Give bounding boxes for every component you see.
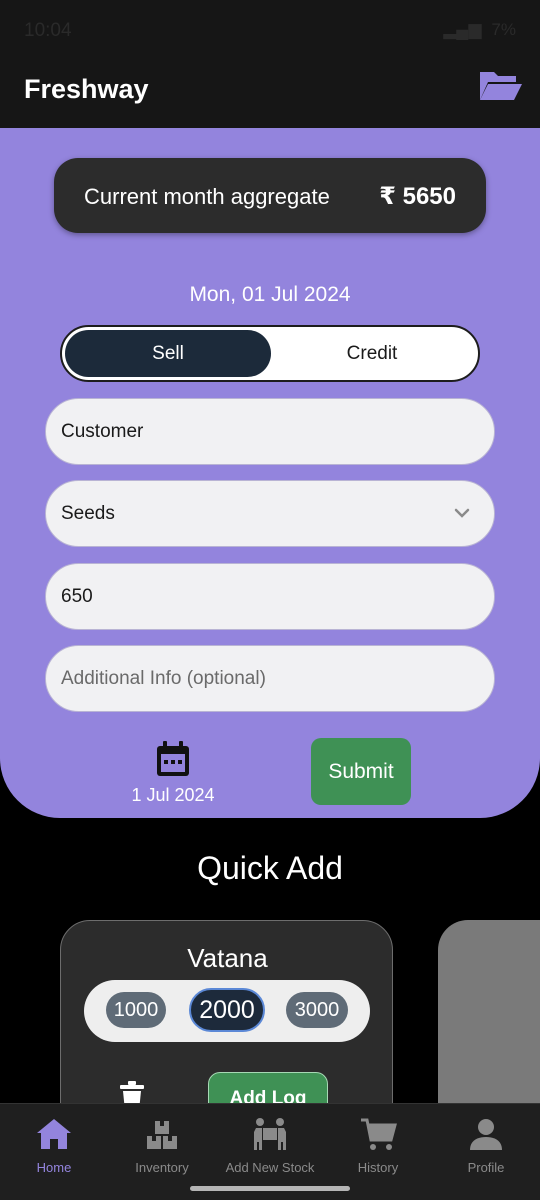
add-stock-icon [254, 1118, 286, 1150]
aggregate-label: Current month aggregate [84, 184, 330, 209]
product-select-value: Seeds [61, 502, 115, 524]
sell-credit-toggle: Sell Credit [60, 325, 480, 382]
home-indicator [190, 1186, 350, 1191]
date-heading: Mon, 01 Jul 2024 [189, 283, 351, 306]
status-icons: ▂▄▆ 7% [443, 20, 516, 40]
nav-inventory[interactable]: Inventory [108, 1104, 216, 1180]
picked-date[interactable]: 1 Jul 2024 [113, 785, 233, 806]
status-bar: 10:04 ▂▄▆ 7% [0, 0, 540, 60]
battery-level: 7% [491, 20, 516, 39]
quantity-option-selected[interactable]: 2000 [189, 988, 265, 1032]
aggregate-card: Current month aggregate ₹ 5650 [54, 158, 486, 233]
customer-field[interactable]: Customer [45, 398, 495, 465]
nav-history[interactable]: History [324, 1104, 432, 1180]
nav-label: Add New Stock [225, 1160, 315, 1175]
profile-icon [470, 1119, 502, 1150]
app-bar: Freshway [0, 60, 540, 128]
quick-add-item-name: Vatana [187, 943, 268, 973]
product-select[interactable]: Seeds [45, 480, 495, 547]
amount-field[interactable]: 650 [45, 563, 495, 630]
quantity-option[interactable]: 1000 [106, 992, 166, 1028]
nav-label: Home [36, 1160, 72, 1175]
quantity-option[interactable]: 3000 [286, 992, 348, 1028]
quick-add-title: Quick Add [197, 850, 343, 886]
inventory-icon [147, 1121, 177, 1149]
aggregate-value: ₹ 5650 [379, 183, 456, 210]
status-time: 10:04 [24, 20, 72, 41]
folder-open-icon[interactable] [478, 66, 524, 106]
nav-label: Profile [467, 1160, 505, 1175]
additional-info-field[interactable]: Additional Info (optional) [45, 645, 495, 712]
calendar-icon[interactable] [155, 740, 191, 778]
toggle-sell[interactable]: Sell [65, 330, 271, 377]
chevron-down-icon [452, 503, 472, 523]
quantity-options: 1000 2000 3000 [84, 980, 370, 1042]
nav-profile[interactable]: Profile [432, 1104, 540, 1180]
cart-icon [361, 1118, 397, 1150]
toggle-credit[interactable]: Credit [269, 330, 475, 377]
nav-home[interactable]: Home [0, 1104, 108, 1180]
app-title: Freshway [24, 74, 149, 104]
home-icon [37, 1119, 71, 1149]
nav-add-new-stock[interactable]: Add New Stock [216, 1104, 324, 1180]
nav-label: Inventory [135, 1160, 189, 1175]
submit-button[interactable]: Submit [311, 738, 411, 805]
amount-field-value: 650 [61, 585, 93, 607]
signal-icon: ▂▄▆ [443, 20, 482, 39]
additional-info-placeholder: Additional Info (optional) [61, 667, 266, 689]
customer-field-value: Customer [61, 420, 144, 442]
nav-label: History [357, 1160, 399, 1175]
